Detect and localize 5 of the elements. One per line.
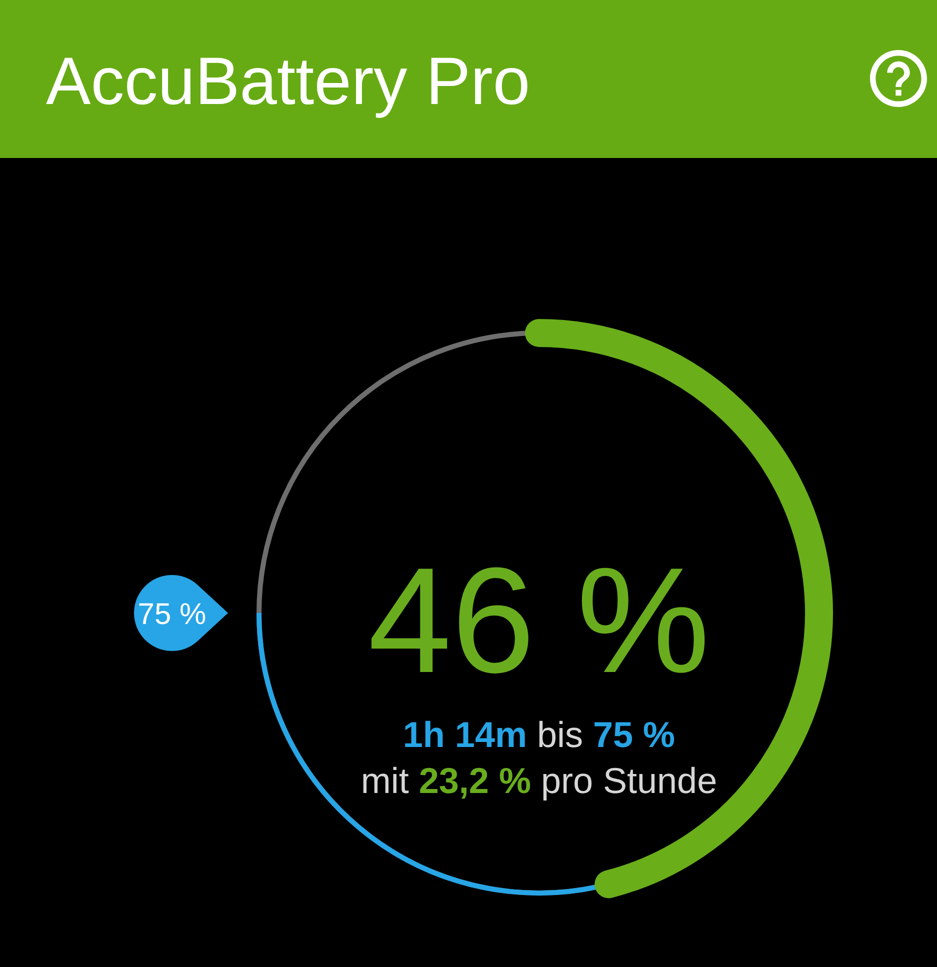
target-marker: 75 % (134, 575, 228, 651)
charge-estimate: 1h 14m bis 75 % (402, 713, 676, 757)
charge-rate: mit 23,2 % pro Stunde (360, 759, 718, 803)
charge-percent: 46 % (368, 545, 710, 695)
help-icon[interactable] (870, 50, 927, 106)
